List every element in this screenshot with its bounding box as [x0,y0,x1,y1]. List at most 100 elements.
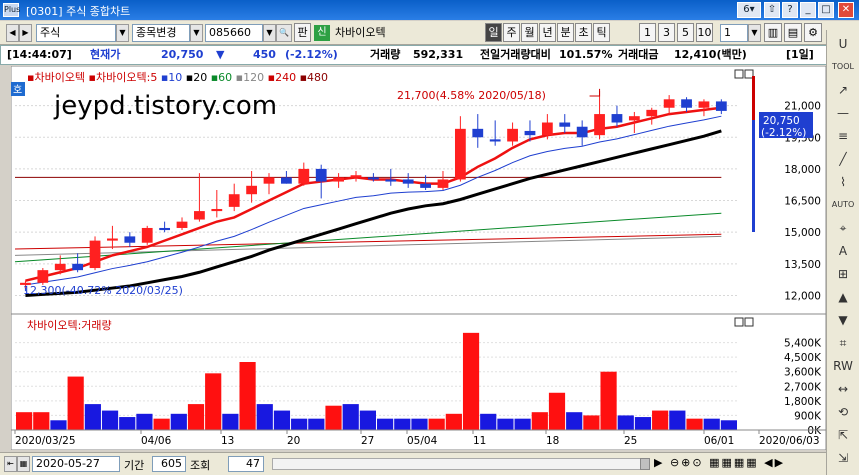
right-drawing-toolbar: U TOOL ↗ — ≡ ╱ ⌇ AUTO ⌖ A ⊞ ▲ ▼ ⌗ RW ↔ ⟲ ⇱ ⇲ [826,30,859,475]
chart-mode-icon[interactable]: ▥ [764,23,782,42]
stock-change-dropdown-icon[interactable]: ▼ [190,24,203,42]
prev-ratio-label: 전일거래량대비 [480,48,551,61]
right-tool-icon-3[interactable]: — [831,103,855,123]
prev-stock-button[interactable]: ◀ [6,24,19,42]
right-tool-icon-16[interactable]: ⟲ [831,402,855,422]
right-tool-icon-8[interactable]: ⌖ [831,218,855,238]
pin-button[interactable]: ⇧ [764,2,780,18]
watermark-text: jeypd.tistory.com [53,91,277,121]
candle-body-20 [367,177,379,180]
period-tab-1[interactable]: 주 [503,23,520,42]
right-tool-icon-7[interactable]: AUTO [831,195,855,215]
change-arrow-icon: ▼ [216,48,225,61]
volume-tick-label-2: 3,600K [784,367,822,379]
volume-bar-7 [136,413,153,430]
volume-pane-close-button[interactable] [744,317,754,327]
view-count-input[interactable]: 47 [228,456,264,472]
code-dropdown-icon[interactable]: ▼ [263,24,276,42]
legend-entry-6[interactable]: ▪240 [264,71,296,84]
period-tab-4[interactable]: 분 [557,23,574,42]
legend-entry-2[interactable]: ▪10 [157,71,182,84]
right-tool-icon-5[interactable]: ╱ [831,149,855,169]
price-tick-label-6: 21,000 [784,101,821,113]
stock-change-select[interactable]: 종목변경 [132,24,190,42]
period-tab-2[interactable]: 월 [521,23,538,42]
price-change: 450 [253,48,276,61]
volume-bar-15 [273,410,291,430]
legend-entry-0[interactable]: ▪차바이오텍 [27,71,85,84]
price-tick-label-1: 13,500 [784,259,821,271]
page-number-button[interactable]: 6▾ [737,2,761,18]
settings-gear-icon[interactable]: ⚙ [804,23,822,42]
save-icon[interactable]: ▤ [784,23,802,42]
legend-entry-7[interactable]: ▪480 [296,71,328,84]
search-icon[interactable]: 🔍 [276,24,292,42]
price-pane-close-button[interactable] [744,69,754,79]
right-tool-icon-11[interactable]: ▲ [831,287,855,307]
candle-body-36 [646,109,658,117]
next-stock-button[interactable]: ▶ [19,24,32,42]
right-tool-icon-14[interactable]: RW [831,356,855,376]
right-tool-icon-15[interactable]: ↔ [831,379,855,399]
right-tool-icon-13[interactable]: ⌗ [831,333,855,353]
right-tool-icon-9[interactable]: A [831,241,855,261]
horizontal-scrollbar[interactable] [272,458,648,470]
quick-number-3[interactable]: 3 [658,23,675,42]
quick-number-10[interactable]: 10 [696,23,713,42]
minimize-button[interactable]: _ [800,2,816,18]
close-button[interactable]: ✕ [838,2,854,18]
quick-number-5[interactable]: 5 [677,23,694,42]
candle-body-12 [228,194,240,207]
interval-dropdown-icon[interactable]: ▼ [748,24,761,42]
right-tool-icon-2[interactable]: ↗ [831,80,855,100]
right-tool-icon-0[interactable]: U [831,34,855,54]
x-tick-label-4: 27 [361,435,374,447]
legend-entry-3[interactable]: ▪20 [182,71,207,84]
prev-ratio-value: 101.57% [559,48,613,61]
period-tab-3[interactable]: 년 [539,23,556,42]
pan-button[interactable]: 판 [294,23,311,42]
period-input[interactable]: 605 [152,456,186,472]
volume-bar-11 [205,373,222,430]
right-tool-icon-12[interactable]: ▼ [831,310,855,330]
period-tab-5[interactable]: 초 [575,23,592,42]
interval-input[interactable]: 1 [720,24,748,42]
x-tick-label-5: 05/04 [407,435,438,447]
market-select[interactable]: 주식 [36,24,116,42]
help-button[interactable]: ? [782,2,798,18]
volume-bar-20 [359,410,376,430]
price-pane-min-button[interactable] [734,69,744,79]
candle-body-27 [489,139,501,142]
period-tab-0[interactable]: 일 [485,23,502,42]
quick-number-1[interactable]: 1 [639,23,656,42]
candle-body-21 [385,179,397,182]
calendar-icon[interactable]: ▦ [17,456,30,472]
right-tool-icon-10[interactable]: ⊞ [831,264,855,284]
scrollbar-thumb[interactable] [640,458,650,470]
right-tool-icon-4[interactable]: ≡ [831,126,855,146]
volume-bar-0 [16,412,33,430]
candle-body-28 [507,128,518,142]
view-label: 조회 [190,459,211,472]
volume-bar-14 [256,404,273,430]
volume-pane-min-button[interactable] [734,317,744,327]
candle-body-38 [681,99,692,108]
market-value: 주식 [40,26,61,39]
zoom-controls[interactable]: ▶ ⊖⊕⊙ ▦▦▦▦ ◀▶ [654,456,824,474]
chart-area[interactable]: 12,00013,50015,00016,50018,00019,50021,0… [11,66,826,450]
legend-entry-4[interactable]: ▪60 [207,71,232,84]
right-tool-icon-17[interactable]: ⇱ [831,425,855,445]
market-dropdown-icon[interactable]: ▼ [116,24,129,42]
maximize-button[interactable]: □ [818,2,834,18]
candle-body-33 [594,114,605,136]
period-tab-6[interactable]: 틱 [593,23,610,42]
legend-entry-5[interactable]: ▪120 [232,71,264,84]
right-tool-icon-18[interactable]: ⇲ [831,448,855,468]
date-input[interactable]: 2020-05-27 [32,456,120,472]
legend-entry-1[interactable]: ▪차바이오텍:5 [85,71,157,84]
right-tool-icon-1[interactable]: TOOL [831,57,855,77]
stock-code-input[interactable]: 085660 [205,24,263,42]
scroll-first-button[interactable]: ⇤ [4,456,17,472]
volume-bar-22 [394,418,411,430]
right-tool-icon-6[interactable]: ⌇ [831,172,855,192]
